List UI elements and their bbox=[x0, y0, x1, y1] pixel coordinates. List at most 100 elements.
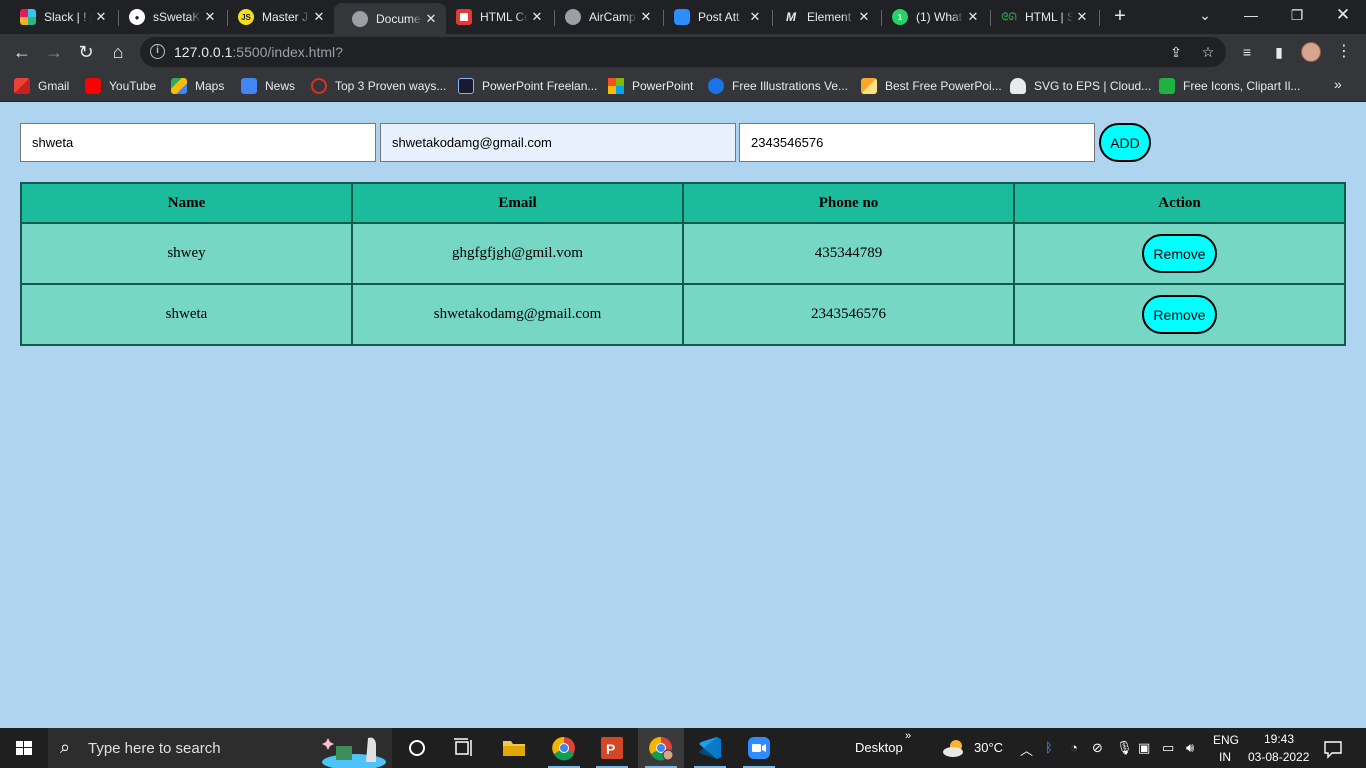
zoom-taskbar-button[interactable] bbox=[736, 728, 782, 768]
tab-title: (1) What bbox=[916, 10, 963, 24]
record-icon bbox=[456, 9, 472, 25]
url-text: 127.0.0.1:5500/index.html? bbox=[174, 44, 343, 60]
window-close-button[interactable]: ✕ bbox=[1320, 0, 1366, 32]
illustration-icon bbox=[708, 78, 724, 94]
remove-button[interactable]: Remove bbox=[1142, 234, 1217, 273]
profile-avatar[interactable] bbox=[1301, 42, 1321, 62]
tab-master-js[interactable]: JS Master J ✕ bbox=[220, 3, 334, 31]
bookmark-news[interactable]: News bbox=[241, 76, 295, 96]
tab-html-gfg[interactable]: ᘓᘏ HTML | S ✕ bbox=[983, 3, 1097, 31]
js-icon: JS bbox=[238, 9, 254, 25]
language-region[interactable]: IN bbox=[1219, 750, 1231, 764]
clock-time[interactable]: 19:43 bbox=[1264, 732, 1294, 746]
network-off-icon[interactable]: ⊘ bbox=[1092, 740, 1103, 756]
tab-separator bbox=[1099, 10, 1100, 26]
close-icon[interactable]: ✕ bbox=[855, 9, 873, 25]
chrome-profile-icon bbox=[649, 736, 674, 761]
menu-kebab-icon[interactable]: ⋮ bbox=[1332, 40, 1356, 64]
vscode-taskbar-button[interactable] bbox=[687, 728, 733, 768]
tab-post-attendee[interactable]: Post Att ✕ bbox=[656, 3, 770, 31]
email-input[interactable] bbox=[380, 123, 736, 162]
cell-email: ghgfgfjgh@gmil.vom bbox=[351, 222, 684, 285]
minimize-button[interactable]: — bbox=[1228, 0, 1274, 32]
wifi-icon[interactable]: ◔ bbox=[1070, 740, 1078, 755]
cortana-button[interactable] bbox=[394, 728, 440, 768]
close-icon[interactable]: ✕ bbox=[201, 9, 219, 25]
close-icon[interactable]: ✕ bbox=[964, 9, 982, 25]
svg-text:P: P bbox=[606, 741, 615, 757]
close-icon[interactable]: ✕ bbox=[528, 9, 546, 25]
close-icon[interactable]: ✕ bbox=[310, 9, 328, 25]
clock-date[interactable]: 03-08-2022 bbox=[1248, 750, 1309, 764]
add-button[interactable]: ADD bbox=[1099, 123, 1151, 162]
powerpoint-taskbar-button[interactable]: P bbox=[589, 728, 635, 768]
back-arrow-icon[interactable]: ← bbox=[8, 38, 36, 66]
volume-icon[interactable]: 🔊︎ bbox=[1186, 740, 1194, 756]
tab-search-chevron-icon[interactable]: ⌄ bbox=[1182, 0, 1228, 32]
home-icon[interactable]: ⌂ bbox=[104, 38, 132, 66]
language-label[interactable]: ENG bbox=[1213, 733, 1239, 747]
tab-github[interactable]: ● sSwetaK ✕ bbox=[111, 3, 225, 31]
tab-title: Docume bbox=[376, 11, 421, 26]
tab-aircamp[interactable]: AirCamp ✕ bbox=[547, 3, 661, 31]
header-action: Action bbox=[1013, 182, 1346, 224]
address-bar[interactable]: i 127.0.0.1:5500/index.html? ⇪ ☆ bbox=[140, 37, 1226, 67]
chrome-taskbar-button[interactable] bbox=[541, 728, 587, 768]
tab-html-course[interactable]: HTML Co ✕ bbox=[438, 3, 552, 31]
bookmark-top3[interactable]: Top 3 Proven ways... bbox=[311, 76, 446, 96]
name-input[interactable] bbox=[20, 123, 376, 162]
cell-phone: 435344789 bbox=[682, 222, 1015, 285]
tab-title: Post Att bbox=[698, 10, 740, 24]
file-explorer-button[interactable] bbox=[491, 728, 537, 768]
tab-slack[interactable]: Slack | ! | ✕ bbox=[2, 3, 116, 31]
microphone-icon[interactable]: 🎙︎ bbox=[1116, 740, 1133, 756]
start-button[interactable] bbox=[0, 728, 48, 768]
medium-icon: M bbox=[786, 10, 796, 24]
bookmark-label: PowerPoint bbox=[632, 79, 694, 93]
weather-partly-cloudy-icon[interactable] bbox=[942, 738, 966, 758]
bookmark-youtube[interactable]: YouTube bbox=[85, 76, 156, 96]
chevron-up-icon[interactable]: ︿ bbox=[1020, 740, 1033, 759]
bookmark-gmail[interactable]: Gmail bbox=[14, 76, 69, 96]
bluetooth-icon[interactable]: ᛒ bbox=[1045, 740, 1053, 755]
desktop-toolbar-label[interactable]: Desktop bbox=[855, 740, 903, 755]
bookmark-star-icon[interactable]: ☆ bbox=[1198, 42, 1218, 62]
reload-icon[interactable]: ↻ bbox=[72, 38, 100, 66]
media-control-icon[interactable]: ≡ bbox=[1235, 40, 1259, 64]
bookmark-free-icons[interactable]: Free Icons, Clipart Il... bbox=[1159, 76, 1300, 96]
side-panel-icon[interactable]: ▮ bbox=[1267, 40, 1291, 64]
bookmark-maps[interactable]: Maps bbox=[171, 76, 224, 96]
chevron-right-icon[interactable]: » bbox=[1334, 76, 1342, 92]
notification-icon[interactable] bbox=[1322, 738, 1344, 760]
close-icon[interactable]: ✕ bbox=[1073, 9, 1091, 25]
share-icon[interactable]: ⇪ bbox=[1166, 42, 1186, 62]
bookmark-ppt-freelance[interactable]: PowerPoint Freelan... bbox=[458, 76, 597, 96]
tab-document[interactable]: Docume ✕ bbox=[334, 3, 446, 34]
close-icon[interactable]: ✕ bbox=[92, 9, 110, 25]
close-icon[interactable]: ✕ bbox=[746, 9, 764, 25]
taskbar-search-box[interactable]: ⌕ Type here to search bbox=[48, 728, 392, 768]
bookmark-svg-to-eps[interactable]: SVG to EPS | Cloud... bbox=[1010, 76, 1151, 96]
tab-whatsapp[interactable]: 1 (1) What ✕ bbox=[874, 3, 988, 31]
task-view-button[interactable] bbox=[440, 728, 486, 768]
weather-temperature[interactable]: 30°C bbox=[974, 740, 1003, 755]
new-tab-button[interactable]: + bbox=[1108, 4, 1132, 28]
cell-name: shwey bbox=[20, 222, 353, 285]
url-path: :5500/index.html? bbox=[232, 44, 343, 60]
battery-icon[interactable]: ▭ bbox=[1162, 740, 1174, 756]
bookmark-best-free-ppt[interactable]: Best Free PowerPoi... bbox=[861, 76, 1002, 96]
bookmark-powerpoint[interactable]: PowerPoint bbox=[608, 76, 693, 96]
chrome-icon bbox=[552, 736, 575, 761]
tab-element[interactable]: M Element ✕ bbox=[765, 3, 879, 31]
chevron-double-right-icon[interactable]: » bbox=[905, 730, 911, 742]
bookmark-free-illustrations[interactable]: Free Illustrations Ve... bbox=[708, 76, 848, 96]
remove-button[interactable]: Remove bbox=[1142, 295, 1217, 334]
phone-input[interactable] bbox=[739, 123, 1095, 162]
forward-arrow-icon[interactable]: → bbox=[40, 38, 68, 66]
chrome-profile-taskbar-button[interactable] bbox=[638, 728, 684, 768]
display-icon[interactable]: ▣ bbox=[1138, 740, 1150, 756]
site-info-icon[interactable]: i bbox=[150, 44, 165, 59]
search-icon: ⌕ bbox=[60, 737, 71, 757]
restore-button[interactable]: ❐ bbox=[1274, 0, 1320, 32]
close-icon[interactable]: ✕ bbox=[637, 9, 655, 25]
